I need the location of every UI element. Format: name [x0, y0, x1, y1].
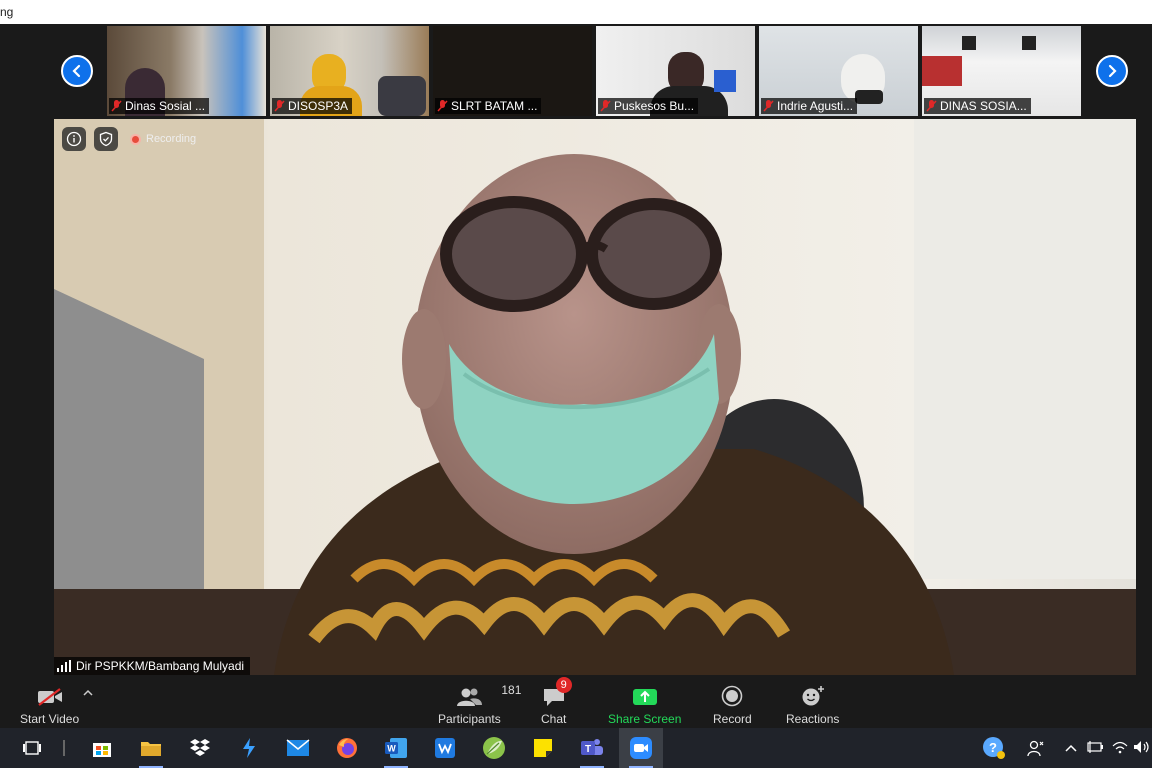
chevron-right-icon — [1108, 64, 1117, 78]
taskbar-teams[interactable]: T — [570, 728, 614, 768]
people-icon — [1027, 740, 1044, 757]
chat-badge: 9 — [555, 677, 572, 693]
participants-button[interactable]: 181 Participants — [438, 681, 521, 726]
reactions-button[interactable]: Reactions — [786, 681, 839, 726]
participant-label: DISOSP3A — [272, 98, 353, 114]
share-screen-button[interactable]: Share Screen — [608, 681, 681, 726]
taskbar-app-green[interactable] — [472, 728, 516, 768]
taskbar-divider — [63, 740, 65, 756]
chevron-up-icon — [83, 689, 93, 696]
battery-icon — [1087, 741, 1103, 753]
task-view-icon — [23, 741, 41, 755]
dropbox-icon — [190, 739, 210, 756]
participant-thumbnail[interactable]: Puskesos Bu... — [596, 26, 755, 116]
speaker-name-label: Dir PSPKKM/Bambang Mulyadi — [54, 657, 251, 675]
security-button[interactable] — [94, 127, 118, 151]
video-off-icon — [37, 688, 62, 706]
svg-text:T: T — [585, 744, 591, 755]
chevron-left-icon — [72, 64, 81, 78]
participant-thumbnail[interactable]: SLRT BATAM ... — [433, 26, 592, 116]
svg-text:W: W — [387, 744, 396, 754]
zoom-meeting-area: Dinas Sosial ... DISOSP3A SLRT BATAM ... — [0, 24, 1152, 675]
taskbar-dropbox[interactable] — [178, 728, 222, 768]
participant-label: SLRT BATAM ... — [435, 98, 542, 114]
mic-muted-icon — [111, 100, 122, 112]
firefox-icon — [337, 738, 357, 758]
share-screen-icon — [632, 689, 657, 705]
participant-thumbnail[interactable]: Dinas Sosial ... — [107, 26, 266, 116]
start-video-button[interactable]: Start Video — [20, 681, 79, 726]
participant-count: 181 — [501, 683, 522, 697]
signal-strength-icon — [57, 660, 71, 672]
record-icon — [722, 685, 743, 707]
window-title: ng — [0, 5, 14, 19]
participant-thumbnail[interactable]: DINAS SOSIA... — [922, 26, 1081, 116]
recording-indicator: Recording — [130, 133, 196, 145]
taskbar-writer[interactable] — [423, 728, 467, 768]
next-page-button[interactable] — [1096, 55, 1128, 87]
info-icon — [66, 131, 82, 147]
mail-icon — [286, 739, 310, 756]
taskbar-word[interactable]: W — [374, 728, 418, 768]
taskbar-app-lightning[interactable] — [227, 728, 271, 768]
mic-muted-icon — [437, 100, 448, 112]
mic-muted-icon — [600, 100, 611, 112]
folder-icon — [141, 742, 161, 756]
video-options-button[interactable] — [82, 685, 94, 703]
participant-label: Dinas Sosial ... — [109, 98, 210, 114]
tray-help-app[interactable]: ? — [972, 728, 1016, 768]
participant-label: Puskesos Bu... — [598, 98, 699, 114]
participant-thumbnail[interactable]: DISOSP3A — [270, 26, 429, 116]
chevron-up-icon — [1065, 744, 1077, 752]
tray-people[interactable] — [1014, 728, 1058, 768]
recording-dot-icon — [130, 133, 141, 145]
record-button[interactable]: Record — [713, 681, 752, 726]
meeting-status-bar: Recording — [62, 127, 196, 151]
tray-volume[interactable] — [1133, 740, 1151, 759]
taskbar-microsoft-store[interactable] — [80, 728, 124, 768]
taskbar-sticky-notes[interactable] — [521, 728, 565, 768]
speaker-icon — [1134, 741, 1149, 753]
svg-text:?: ? — [989, 740, 997, 755]
lightning-icon — [243, 738, 255, 758]
meeting-controls-toolbar: Start Video 181 Participants 9 Chat Shar… — [0, 675, 1152, 728]
active-speaker-video[interactable]: Recording Dir PSPKKM/Bambang Mulyadi — [54, 119, 1136, 675]
windows-taskbar: W T ? — [0, 728, 1152, 768]
shield-icon — [99, 131, 113, 147]
participant-thumbnail[interactable]: Indrie Agusti... — [759, 26, 918, 116]
taskbar-firefox[interactable] — [325, 728, 369, 768]
tray-battery[interactable] — [1087, 740, 1105, 759]
chat-button[interactable]: 9 Chat — [541, 677, 572, 726]
previous-page-button[interactable] — [61, 55, 93, 87]
meeting-info-button[interactable] — [62, 127, 86, 151]
emoji-plus-icon — [802, 686, 824, 706]
mic-muted-icon — [763, 100, 774, 112]
leaf-icon — [483, 737, 505, 759]
participant-label: DINAS SOSIA... — [924, 98, 1031, 114]
mic-muted-icon — [926, 100, 937, 112]
tray-network[interactable] — [1112, 740, 1128, 759]
word-icon: W — [385, 738, 407, 758]
tray-overflow-button[interactable] — [1064, 741, 1078, 759]
sticky-note-icon — [534, 739, 552, 757]
taskbar-file-explorer[interactable] — [129, 728, 173, 768]
store-icon — [93, 743, 111, 757]
speaker-video-frame — [54, 119, 1136, 675]
participants-icon — [457, 688, 483, 706]
taskbar-mail[interactable] — [276, 728, 320, 768]
zoom-icon — [630, 737, 652, 759]
gallery-strip: Dinas Sosial ... DISOSP3A SLRT BATAM ... — [0, 24, 1152, 118]
mic-muted-icon — [274, 100, 285, 112]
teams-icon: T — [581, 739, 603, 755]
task-view-button[interactable] — [10, 728, 54, 768]
wifi-icon — [1112, 741, 1128, 754]
writer-icon — [435, 738, 455, 758]
participant-label: Indrie Agusti... — [761, 98, 858, 114]
taskbar-zoom[interactable] — [619, 728, 663, 768]
window-title-bar: ng — [0, 0, 1152, 24]
help-icon: ? — [983, 737, 1005, 759]
